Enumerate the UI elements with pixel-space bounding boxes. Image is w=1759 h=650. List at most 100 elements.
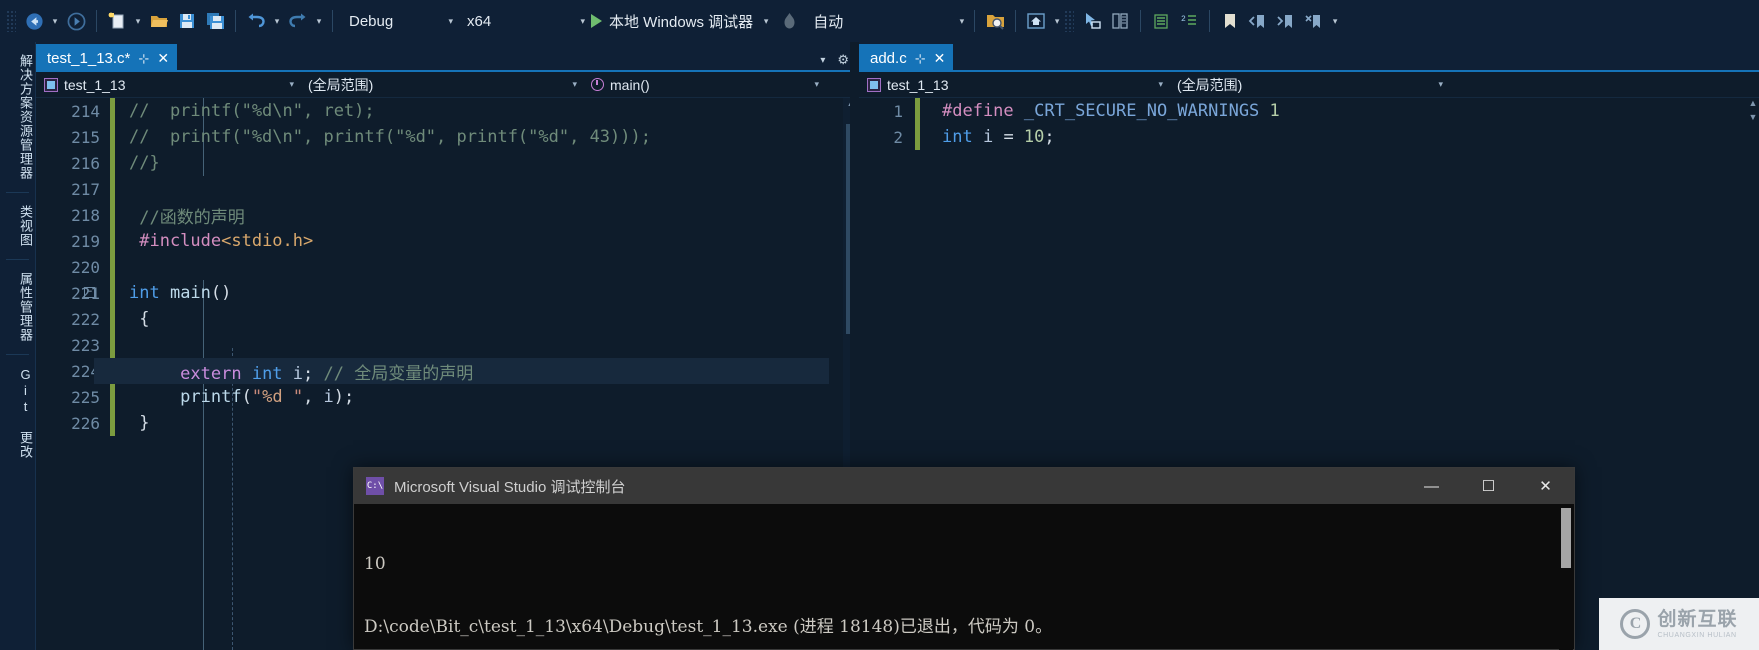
tab-test_1_13-c[interactable]: test_1_13.c* ⊹ ✕ <box>36 44 177 72</box>
code-text[interactable]: } <box>115 413 149 433</box>
code-text[interactable]: //} <box>115 153 160 173</box>
code-line[interactable]: 214// printf("%d\n", ret); <box>36 98 859 124</box>
code-line[interactable]: 224 extern int i; // 全局变量的声明 <box>36 358 859 384</box>
solution-configuration-combo[interactable]: Debug ▾ <box>339 8 457 34</box>
sidebar-item-solution-explorer[interactable]: 解决方案资源管理器 <box>0 46 35 188</box>
code-text[interactable]: int i = 10; <box>920 127 1055 147</box>
home-icon[interactable] <box>1022 6 1050 36</box>
forward-arrow-icon[interactable] <box>62 6 90 36</box>
solution-platform-combo[interactable]: x64 ▾ <box>457 8 589 34</box>
code-line[interactable]: 222 { <box>36 306 859 332</box>
code-line[interactable]: 220 <box>36 254 859 280</box>
code-line[interactable]: 2int i = 10; <box>859 124 1759 150</box>
vertical-scrollbar-right[interactable]: ▲ ▼ <box>1745 98 1759 650</box>
code-line[interactable]: 216//} <box>36 150 859 176</box>
redo-icon[interactable] <box>284 6 312 36</box>
maximize-icon[interactable]: ☐ <box>1460 468 1517 504</box>
scroll-down-icon[interactable]: ▼ <box>1745 112 1759 126</box>
compare-icon[interactable] <box>1106 6 1134 36</box>
line-number: 218 <box>36 206 110 225</box>
minimize-icon[interactable]: — <box>1403 468 1460 504</box>
new-file-icon[interactable] <box>103 6 131 36</box>
code-token: i <box>293 364 303 384</box>
chevron-down-icon[interactable]: ▾ <box>946 16 965 27</box>
code-token: ; <box>303 364 323 384</box>
console-scrollbar[interactable] <box>1559 504 1573 650</box>
undo-dropdown-caret[interactable]: ▾ <box>270 6 284 36</box>
sidebar-item-property-manager[interactable]: 属性管理器 <box>0 264 35 350</box>
project-icon <box>867 78 881 92</box>
code-text[interactable]: //函数的声明 <box>115 203 245 228</box>
start-debug-button[interactable]: 本地 Windows 调试器 ▾ <box>589 7 775 35</box>
code-token: i <box>324 387 334 407</box>
chevron-down-icon[interactable]: ▾ <box>279 79 294 90</box>
bookmark-dropdown-caret[interactable]: ▾ <box>1328 6 1342 36</box>
chevron-down-icon[interactable]: ▾ <box>566 16 585 27</box>
scroll-up-icon[interactable]: ▲ <box>1745 98 1759 112</box>
chevron-down-icon[interactable]: ▾ <box>562 79 577 90</box>
code-text[interactable]: extern int i; // 全局变量的声明 <box>115 359 473 384</box>
code-text[interactable]: #define _CRT_SECURE_NO_WARNINGS 1 <box>920 101 1280 121</box>
bookmark-icon[interactable] <box>1216 6 1244 36</box>
nav-project-dropdown[interactable]: test_1_13 ▾ <box>36 73 300 97</box>
scrollbar-thumb[interactable] <box>1561 508 1571 568</box>
outdent-icon[interactable]: 2 <box>1175 6 1203 36</box>
sidebar-item-git-changes[interactable]: Git 更改 <box>0 359 35 467</box>
code-text[interactable]: printf("%d ", i); <box>115 387 354 407</box>
chevron-down-icon[interactable]: ▾ <box>804 79 819 90</box>
code-line[interactable]: 218 //函数的声明 <box>36 202 859 228</box>
console-output[interactable]: 10 D:\code\Bit_c\test_1_13\x64\Debug\tes… <box>354 504 1574 650</box>
find-in-files-icon[interactable] <box>981 6 1009 36</box>
redo-dropdown-caret[interactable]: ▾ <box>312 6 326 36</box>
code-text[interactable]: // printf("%d\n", printf("%d", printf("%… <box>115 127 651 147</box>
nav-scope-dropdown[interactable]: (全局范围) ▾ <box>1169 73 1449 97</box>
code-line[interactable]: 221int main() <box>36 280 859 306</box>
open-folder-icon[interactable] <box>145 6 173 36</box>
code-line[interactable]: 225 printf("%d ", i); <box>36 384 859 410</box>
bookmark-next-icon[interactable] <box>1272 6 1300 36</box>
nav-project-dropdown[interactable]: test_1_13 ▾ <box>859 73 1169 97</box>
nav-scope-dropdown[interactable]: (全局范围) ▾ <box>300 73 583 97</box>
home-dropdown-caret[interactable]: ▾ <box>1050 6 1064 36</box>
code-line[interactable]: 223 <box>36 332 859 358</box>
save-all-icon[interactable] <box>201 6 229 36</box>
console-title-bar[interactable]: C:\ Microsoft Visual Studio 调试控制台 — ☐ ✕ <box>354 468 1574 504</box>
close-icon[interactable]: ✕ <box>934 51 946 65</box>
pin-icon[interactable]: ⊹ <box>138 52 149 65</box>
close-icon[interactable]: ✕ <box>157 51 169 65</box>
code-text[interactable]: int main() <box>115 283 231 303</box>
indent-icon[interactable] <box>1147 6 1175 36</box>
sidebar-item-class-view[interactable]: 类视图 <box>0 197 35 255</box>
code-text[interactable]: { <box>115 309 149 329</box>
pin-icon[interactable]: ⊹ <box>915 52 926 65</box>
code-text[interactable]: // printf("%d\n", ret); <box>115 101 375 121</box>
pointer-icon[interactable] <box>1078 6 1106 36</box>
code-line[interactable]: 226 } <box>36 410 859 436</box>
nav-member-dropdown[interactable]: main() ▾ <box>583 73 825 97</box>
bookmark-prev-icon[interactable] <box>1244 6 1272 36</box>
new-file-dropdown-caret[interactable]: ▾ <box>131 6 145 36</box>
hot-reload-icon[interactable] <box>775 6 803 36</box>
start-debug-dropdown-caret[interactable]: ▾ <box>759 6 773 36</box>
close-icon[interactable]: ✕ <box>1517 468 1574 504</box>
back-dropdown-caret[interactable]: ▾ <box>48 6 62 36</box>
save-icon[interactable] <box>173 6 201 36</box>
code-line[interactable]: 219 #include<stdio.h> <box>36 228 859 254</box>
code-line[interactable]: 215// printf("%d\n", printf("%d", printf… <box>36 124 859 150</box>
tab-add-c[interactable]: add.c ⊹ ✕ <box>859 44 953 72</box>
chevron-down-icon[interactable]: ▾ <box>1428 79 1443 90</box>
code-line[interactable]: 217 <box>36 176 859 202</box>
code-text[interactable]: #include<stdio.h> <box>115 231 313 251</box>
debug-console-window[interactable]: C:\ Microsoft Visual Studio 调试控制台 — ☐ ✕ … <box>353 467 1575 650</box>
chevron-down-icon[interactable]: ▾ <box>1148 79 1163 90</box>
chevron-down-icon[interactable]: ▾ <box>820 55 825 66</box>
chevron-down-icon[interactable]: ▾ <box>434 16 453 27</box>
debug-target-combo[interactable]: 自动 ▾ <box>803 8 968 34</box>
bookmark-clear-icon[interactable] <box>1300 6 1328 36</box>
back-arrow-icon[interactable] <box>20 6 48 36</box>
gear-icon[interactable]: ⚙ <box>837 52 849 68</box>
code-line[interactable]: 1#define _CRT_SECURE_NO_WARNINGS 1 <box>859 98 1759 124</box>
undo-icon[interactable] <box>242 6 270 36</box>
toolbar-grip[interactable] <box>1064 10 1074 32</box>
toolbar-grip[interactable] <box>6 10 16 32</box>
